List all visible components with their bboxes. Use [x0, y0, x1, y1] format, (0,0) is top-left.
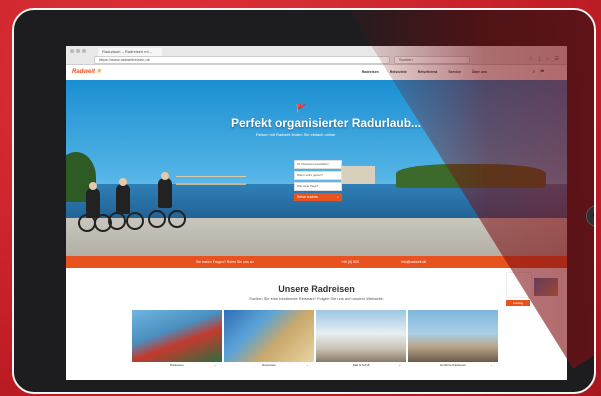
trip-search-form: Ihr Reiseziel auswählen Wann soll's gehe…: [294, 160, 342, 201]
destination-select[interactable]: Ihr Reiseziel auswählen: [294, 160, 342, 169]
sun-icon: ☀: [96, 69, 102, 75]
bike-wheel: [168, 210, 186, 228]
tile-image: [316, 310, 406, 362]
bike-wheel: [108, 212, 126, 230]
nav-item-radreisen[interactable]: Radreisen: [362, 70, 379, 74]
browser-chrome: Radurlaub – Radreisen mi... https://www.…: [66, 46, 567, 65]
nav-item-reiseziele[interactable]: Reiseziele: [390, 70, 407, 74]
castle: [341, 166, 375, 184]
catalog-promo[interactable]: [506, 272, 532, 298]
tile-image: [408, 310, 498, 362]
hero-subtitle: Reisen mit Radweit finden Sie einfach on…: [256, 132, 336, 137]
cyclist-2: [116, 178, 130, 214]
bridge: [176, 176, 246, 185]
tile-radreisen[interactable]: Radreisen ›: [132, 310, 222, 368]
email-link[interactable]: info@radweit.de: [401, 256, 426, 268]
duration-select[interactable]: Wie viele Tage?: [294, 182, 342, 191]
date-select[interactable]: Wann soll's gehen?: [294, 171, 342, 180]
tile-caption: Radreisen ›: [132, 362, 222, 368]
tablet-device: Radurlaub – Radreisen mi... https://www.…: [12, 8, 596, 394]
info-bar: Sie haben Fragen? Rufen Sie uns an +49 (…: [66, 256, 567, 268]
catalog-image[interactable]: [534, 278, 558, 296]
category-tiles: Radreisen › Reiseziele › Rad & Schiff › Gef…: [132, 310, 500, 368]
hero-title: Perfekt organisierter Radurlaub...: [231, 116, 422, 130]
chevron-right-icon: ›: [399, 363, 400, 367]
search-trip-label: Reise suchen: [297, 195, 319, 199]
search-icon: ⌕: [337, 195, 339, 199]
cyclist-3: [158, 172, 172, 208]
main-nav: Radreisen Reiseziele Reisethema Service …: [352, 70, 487, 74]
trees-right: [396, 164, 546, 188]
tablet-screen: Radurlaub – Radreisen mi... https://www.…: [66, 46, 567, 380]
tile-rad-schiff[interactable]: Rad & Schiff ›: [316, 310, 406, 368]
nav-item-reisethema[interactable]: Reisethema: [418, 70, 438, 74]
site-logo[interactable]: Radweit☀: [72, 68, 101, 75]
nav-item-service[interactable]: Service: [448, 70, 460, 74]
tile-caption: Reiseziele ›: [224, 362, 314, 368]
phone-link[interactable]: +49 (0) 800: [341, 256, 359, 268]
toolbar-icons[interactable]: ☆ ⤓ ⌂ ☰: [529, 56, 561, 62]
section-title: Unsere Radreisen: [278, 284, 355, 294]
hero-banner: 🚩 Perfekt organisierter Radurlaub... Rei…: [66, 80, 567, 256]
chevron-right-icon: ›: [491, 363, 492, 367]
tile-reiseziele[interactable]: Reiseziele ›: [224, 310, 314, 368]
bike-wheel: [126, 212, 144, 230]
language-icon[interactable]: ⚑: [540, 69, 549, 75]
catalog-button[interactable]: Katalog: [506, 300, 530, 306]
info-bar-text: Sie haben Fragen? Rufen Sie uns an: [196, 260, 254, 264]
header-icons: ⌕⚑: [533, 69, 549, 75]
section-subtitle: Suchen Sie eine bestimmte Reiseart? Folg…: [249, 296, 384, 301]
window-controls[interactable]: [70, 49, 88, 54]
browser-tab[interactable]: Radurlaub – Radreisen mi...: [98, 48, 162, 56]
tile-gefuehrte-radreisen[interactable]: Geführte Radreisen ›: [408, 310, 498, 368]
tile-caption: Geführte Radreisen ›: [408, 362, 498, 368]
flags-icon: 🚩: [296, 104, 306, 113]
home-button[interactable]: [586, 205, 594, 227]
search-trip-button[interactable]: Reise suchen ⌕: [294, 193, 342, 201]
bike-wheel: [148, 210, 166, 228]
chevron-right-icon: ›: [215, 363, 216, 367]
tile-image: [132, 310, 222, 362]
nav-item-ueber-uns[interactable]: Über uns: [472, 70, 487, 74]
browser-search-bar[interactable]: Suchen: [394, 56, 470, 64]
url-bar[interactable]: https://www.radweltreisen.de: [94, 56, 390, 64]
logo-text: Radweit: [72, 69, 96, 75]
chevron-right-icon: ›: [307, 363, 308, 367]
tile-caption: Rad & Schiff ›: [316, 362, 406, 368]
tile-image: [224, 310, 314, 362]
